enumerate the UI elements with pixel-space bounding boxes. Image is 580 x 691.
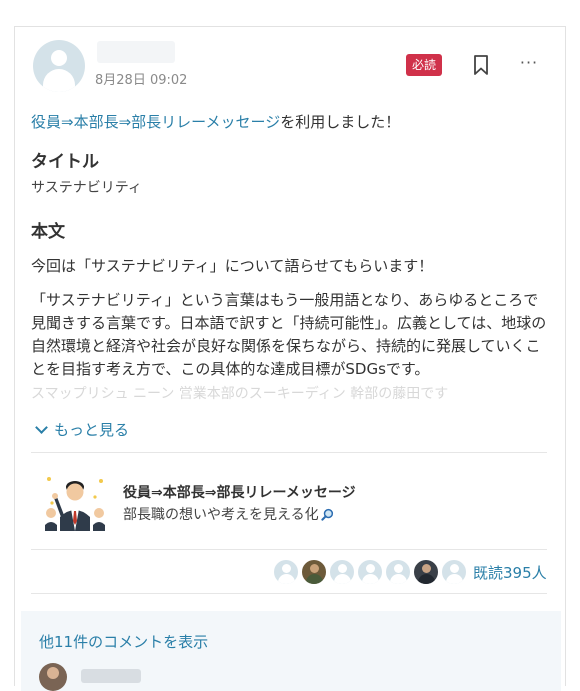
reader-avatar <box>273 559 299 585</box>
author-name[interactable] <box>97 41 175 63</box>
divider <box>31 549 547 550</box>
read-count-link[interactable]: 既読395人 <box>473 562 547 583</box>
reader-avatar <box>301 559 327 585</box>
body-faded-line: スマップリシュ ニーン 営業本部のスーキーディン 幹部の藤田です <box>31 386 449 402</box>
commenter-avatar[interactable] <box>39 663 67 691</box>
post-header: 8月28日 09:02 必読 ··· <box>15 27 565 107</box>
channel-illustration-icon[interactable] <box>43 473 107 533</box>
title-value: サステナビリティ <box>31 180 142 196</box>
more-options-icon[interactable]: ··· <box>516 54 542 76</box>
title-heading: タイトル <box>31 152 99 172</box>
divider <box>31 593 547 594</box>
show-comments-link[interactable]: 他11件のコメントを表示 <box>39 631 208 652</box>
divider <box>31 452 547 453</box>
author-avatar[interactable] <box>33 40 85 92</box>
bookmark-icon[interactable] <box>473 54 489 76</box>
channel-usage-suffix: を利用しました！ <box>280 113 401 131</box>
reader-avatar <box>413 559 439 585</box>
magnifier-icon <box>320 508 333 521</box>
post-timestamp: 8月28日 09:02 <box>95 73 188 88</box>
show-more-label: もっと見る <box>54 421 130 439</box>
reader-avatar <box>441 559 467 585</box>
channel-description-text: 部長職の想いや考えを見える化 <box>123 507 319 523</box>
chevron-down-icon <box>35 421 48 434</box>
post-card: 8月28日 09:02 必読 ··· 役員⇒本部長⇒部長リレーメッセージを利用し… <box>14 26 566 691</box>
body-paragraph-2: 「サステナビリティ」という言葉はもう一般用語となり、あらゆるところで見聞きする言… <box>31 291 547 378</box>
channel-title[interactable]: 役員⇒本部長⇒部長リレーメッセージ <box>123 482 356 502</box>
channel-link[interactable]: 役員⇒本部長⇒部長リレーメッセージ <box>31 113 280 131</box>
commenter-name[interactable] <box>81 669 141 683</box>
body-paragraph-1: 今回は「サステナビリティ」について語らせてもらいます！ <box>31 257 434 275</box>
reader-avatar <box>357 559 383 585</box>
reader-avatar <box>385 559 411 585</box>
channel-description: 部長職の想いや考えを見える化 <box>123 504 334 524</box>
body-heading: 本文 <box>31 222 65 242</box>
channel-usage-line: 役員⇒本部長⇒部長リレーメッセージを利用しました！ <box>31 111 400 132</box>
comments-panel: 他11件のコメントを表示 <box>21 611 561 691</box>
reader-avatar <box>329 559 355 585</box>
show-more-link[interactable]: もっと見る <box>35 419 130 440</box>
required-badge: 必読 <box>406 54 442 76</box>
